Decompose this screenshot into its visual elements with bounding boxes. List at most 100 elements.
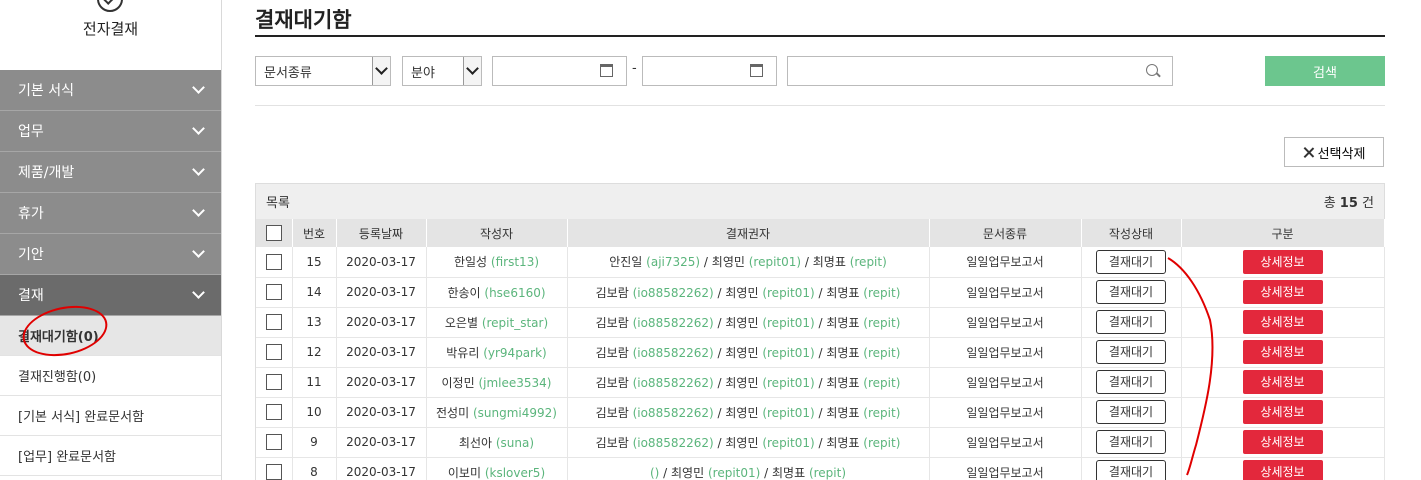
calendar-icon[interactable] xyxy=(750,64,763,77)
detail-button[interactable]: 상세정보 xyxy=(1242,249,1323,274)
column-header: 구분 xyxy=(1181,219,1385,247)
sidebar: 전자결재 기본 서식 업무 제품/개발 휴가 기안 결재 결재대기함(0) 결재진행함(0)… xyxy=(0,0,222,480)
row-status-cell: 결재대기 xyxy=(1081,397,1182,428)
status-button[interactable]: 결재대기 xyxy=(1096,370,1166,394)
approval-table: 번호 등록날짜 작성자 결재권자 문서종류 작성상태 구분 15 2020-03-… xyxy=(256,219,1385,480)
sidebar-menu-item[interactable]: 휴가 xyxy=(0,193,221,234)
chevron-down-icon xyxy=(192,204,205,217)
sidebar-subitem[interactable]: 결재진행함(0) xyxy=(0,356,221,396)
chevron-down-icon xyxy=(372,57,390,85)
sidebar-subitem[interactable]: [업무] 완료문서함 xyxy=(0,436,221,476)
row-checkbox[interactable] xyxy=(265,374,282,390)
author-name: 이정민 xyxy=(441,375,475,390)
table-row[interactable]: 15 2020-03-17 한일성 (first13) 안진일 (aji7325) /… xyxy=(256,247,1385,278)
row-number: 11 xyxy=(292,367,337,398)
column-header: 문서종류 xyxy=(929,219,1082,247)
approver-id: (aji7325) xyxy=(646,255,701,270)
field-select[interactable]: 분야 xyxy=(402,56,482,86)
table-row[interactable]: 10 2020-03-17 전성미 (sungmi4992) 김보람 (io88582… xyxy=(256,397,1385,428)
detail-button[interactable]: 상세정보 xyxy=(1242,280,1323,304)
row-status-cell: 결재대기 xyxy=(1081,367,1182,398)
table-row[interactable]: 8 2020-03-17 이보미 (kslover5)() / 최영민 (repit… xyxy=(256,457,1385,480)
search-button[interactable]: 검색 xyxy=(1265,56,1385,86)
status-button[interactable]: 결재대기 xyxy=(1096,400,1166,424)
approver-name: 김보람 xyxy=(595,345,629,360)
row-checkbox[interactable] xyxy=(265,253,282,270)
table-row[interactable]: 11 2020-03-17 이정민 (jmlee3534) 김보람 (io885822… xyxy=(256,367,1385,398)
chevron-down-icon xyxy=(192,122,205,135)
author-id: (sungmi4992) xyxy=(472,405,557,420)
approver-id: (io88582262) xyxy=(632,315,714,330)
author-id: (yr94park) xyxy=(483,345,547,360)
row-author: 오은별 (repit_star) xyxy=(426,307,568,338)
table-row[interactable]: 13 2020-03-17 오은별 (repit_star) 김보람 (io88582… xyxy=(256,307,1385,338)
sidebar-subitem[interactable]: [기본 서식] 완료문서함 xyxy=(0,396,221,436)
status-button[interactable]: 결재대기 xyxy=(1096,310,1166,334)
approver-name: 최명표 xyxy=(826,285,860,300)
row-detail-cell: 상세정보 xyxy=(1181,367,1385,398)
row-checkbox[interactable] xyxy=(265,404,282,420)
delete-selected-button[interactable]: 선택삭제 xyxy=(1284,137,1384,167)
approver-id: (io88582262) xyxy=(632,345,714,360)
row-status-cell: 결재대기 xyxy=(1081,247,1182,278)
row-detail-cell: 상세정보 xyxy=(1181,277,1385,308)
author-name: 한송이 xyxy=(447,285,481,300)
approver-id: (repit01) xyxy=(762,435,815,450)
row-date: 2020-03-17 xyxy=(336,457,427,480)
row-status-cell: 결재대기 xyxy=(1081,307,1182,338)
row-checkbox[interactable] xyxy=(265,284,282,300)
row-number: 15 xyxy=(292,247,337,278)
approver-id: (io88582262) xyxy=(632,285,714,300)
sidebar-menu: 기본 서식 업무 제품/개발 휴가 기안 결재 xyxy=(0,70,221,316)
author-name: 전성미 xyxy=(436,405,470,420)
author-name: 이보미 xyxy=(447,465,481,480)
row-checkbox[interactable] xyxy=(265,314,282,330)
status-button[interactable]: 결재대기 xyxy=(1096,280,1166,304)
row-select-cell xyxy=(256,457,293,480)
detail-button[interactable]: 상세정보 xyxy=(1242,400,1323,424)
sidebar-menu-item[interactable]: 기안 xyxy=(0,234,221,275)
approver-id: (repit) xyxy=(863,345,901,360)
row-checkbox[interactable] xyxy=(265,434,282,450)
end-date-input[interactable] xyxy=(642,56,777,86)
row-detail-cell: 상세정보 xyxy=(1181,247,1385,278)
sidebar-menu-item[interactable]: 기본 서식 xyxy=(0,70,221,111)
close-icon xyxy=(1303,147,1314,158)
detail-button[interactable]: 상세정보 xyxy=(1242,370,1323,394)
status-button[interactable]: 결재대기 xyxy=(1096,430,1166,454)
sidebar-menu-item[interactable]: 제품/개발 xyxy=(0,152,221,193)
table-row[interactable]: 12 2020-03-17 박유리 (yr94park) 김보람 (io8858226… xyxy=(256,337,1385,368)
table-row[interactable]: 9 2020-03-17 최선아 (suna) 김보람 (io88582262) / … xyxy=(256,427,1385,458)
row-number: 8 xyxy=(292,457,337,480)
start-date-input[interactable] xyxy=(492,56,627,86)
approver-id: (repit01) xyxy=(707,465,761,480)
row-approvers: 김보람 (io88582262) / 최영민 (repit01) / 최명표 (… xyxy=(567,337,930,368)
author-id: (repit_star) xyxy=(481,315,549,330)
detail-button[interactable]: 상세정보 xyxy=(1242,460,1323,480)
search-input[interactable] xyxy=(787,56,1173,86)
select-all-checkbox[interactable] xyxy=(265,225,282,241)
status-button[interactable]: 결재대기 xyxy=(1096,340,1166,364)
detail-button[interactable]: 상세정보 xyxy=(1242,340,1323,364)
approver-id: (repit01) xyxy=(762,405,815,420)
row-checkbox[interactable] xyxy=(265,464,282,480)
row-approvers: 김보람 (io88582262) / 최영민 (repit01) / 최명표 (… xyxy=(567,307,930,338)
search-icon[interactable] xyxy=(1146,64,1158,76)
sidebar-menu-item[interactable]: 결재 xyxy=(0,275,221,316)
sidebar-menu-item[interactable]: 업무 xyxy=(0,111,221,152)
approver-name: 최영민 xyxy=(725,435,759,450)
row-select-cell xyxy=(256,247,293,278)
calendar-icon[interactable] xyxy=(600,64,613,77)
detail-button[interactable]: 상세정보 xyxy=(1242,430,1323,454)
approver-id: (repit01) xyxy=(762,315,815,330)
status-button[interactable]: 결재대기 xyxy=(1096,460,1166,480)
detail-button[interactable]: 상세정보 xyxy=(1242,310,1323,334)
doc-type-select[interactable]: 문서종류 xyxy=(255,56,391,86)
table-row[interactable]: 14 2020-03-17 한송이 (hse6160) 김보람 (io88582262… xyxy=(256,277,1385,308)
row-checkbox[interactable] xyxy=(265,344,282,360)
row-doc-type: 일일업무보고서 xyxy=(929,277,1082,308)
approver-id: (repit01) xyxy=(762,375,815,390)
status-button[interactable]: 결재대기 xyxy=(1096,249,1166,274)
row-select-cell xyxy=(256,367,293,398)
author-name: 박유리 xyxy=(446,345,480,360)
